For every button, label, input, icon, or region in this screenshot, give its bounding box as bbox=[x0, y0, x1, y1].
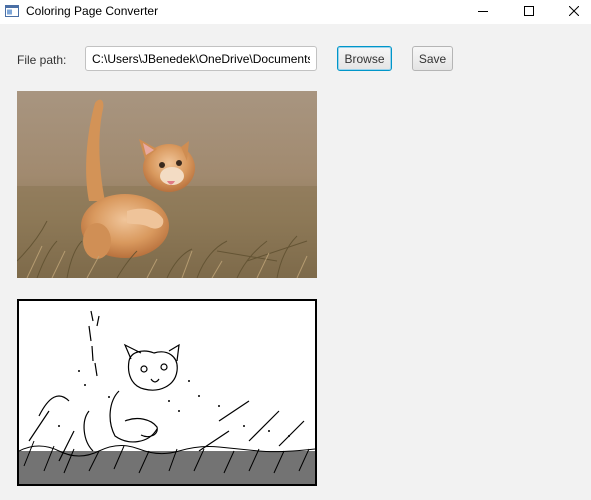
title-bar[interactable]: Coloring Page Converter bbox=[0, 0, 591, 24]
maximize-button[interactable] bbox=[506, 0, 551, 22]
original-image bbox=[17, 91, 317, 278]
converted-image bbox=[17, 299, 317, 486]
minimize-button[interactable] bbox=[460, 0, 505, 22]
main-panel: File path: Browse Save bbox=[0, 24, 591, 500]
save-button[interactable]: Save bbox=[412, 46, 453, 71]
close-button[interactable] bbox=[551, 0, 591, 22]
app-icon bbox=[5, 4, 19, 18]
file-path-label: File path: bbox=[17, 53, 67, 67]
close-icon bbox=[568, 6, 579, 16]
window-title: Coloring Page Converter bbox=[26, 4, 159, 18]
browse-button[interactable]: Browse bbox=[337, 46, 392, 71]
maximize-icon bbox=[523, 6, 534, 16]
file-path-input[interactable] bbox=[85, 46, 317, 71]
minimize-icon bbox=[477, 11, 488, 12]
